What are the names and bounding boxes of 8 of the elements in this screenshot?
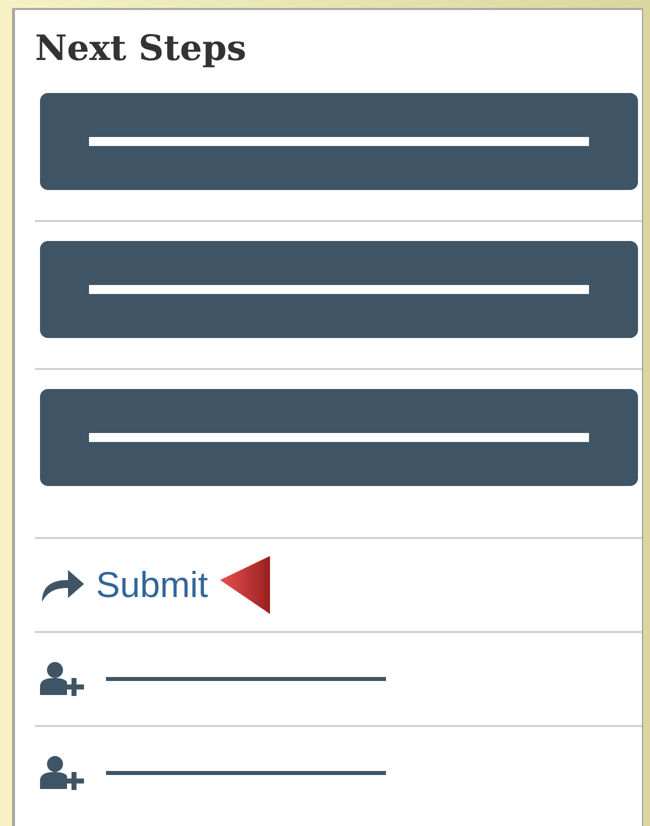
add-person-icon xyxy=(40,661,86,697)
action-button[interactable] xyxy=(40,241,638,338)
section-title: Next Steps xyxy=(35,27,246,71)
action-button[interactable] xyxy=(40,93,638,190)
add-person-icon xyxy=(40,755,86,791)
submit-link[interactable]: Submit xyxy=(96,563,208,607)
action-button[interactable] xyxy=(40,389,638,486)
pointer-triangle-icon xyxy=(218,554,272,616)
